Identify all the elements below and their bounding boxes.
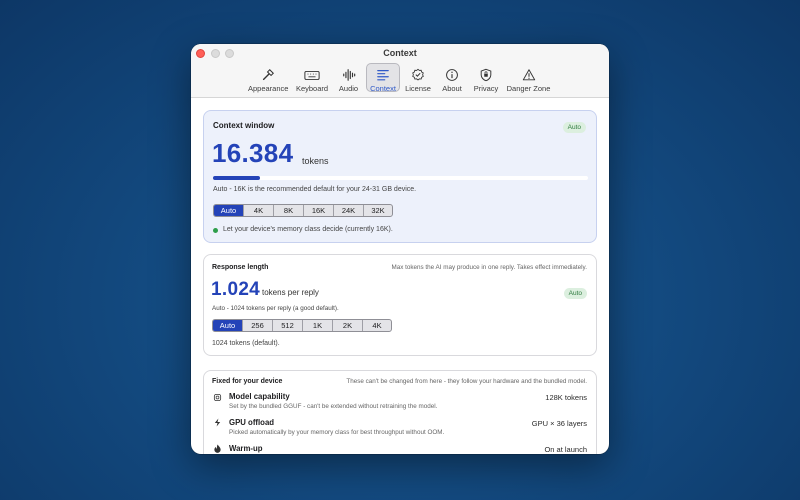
response-length-card: Response length Max tokens the AI may pr… — [203, 254, 597, 356]
tab-license-label: License — [405, 84, 431, 93]
context-option-24k[interactable]: 24K — [333, 205, 363, 216]
tab-appearance-label: Appearance — [248, 84, 289, 93]
tab-privacy-label: Privacy — [473, 84, 499, 93]
hand-shield-icon — [480, 68, 492, 82]
settings-window: Context Appearance Keyboard Audio Contex… — [191, 44, 609, 454]
tab-privacy[interactable]: Privacy — [472, 64, 500, 94]
seal-check-icon — [412, 68, 424, 81]
tab-keyboard[interactable]: Keyboard — [294, 64, 330, 94]
context-option-8k[interactable]: 8K — [273, 205, 303, 216]
tab-about[interactable]: About — [440, 64, 464, 94]
context-option-32k[interactable]: 32K — [363, 205, 392, 216]
window-title: Context — [383, 48, 417, 58]
status-dot — [213, 228, 218, 233]
response-token-unit: tokens per reply — [262, 288, 319, 297]
context-usage-fill — [213, 176, 260, 180]
response-token-value: 1.024 — [211, 279, 261, 300]
context-token-unit: tokens — [302, 156, 329, 166]
warm-up-value: On at launch — [544, 445, 587, 454]
response-recommendation: Auto - 1024 tokens per reply (a good def… — [212, 305, 339, 312]
tab-context[interactable]: Context — [366, 63, 400, 93]
context-window-title: Context window — [213, 121, 275, 130]
context-usage-bar — [213, 176, 588, 180]
warm-up-label: Warm-up — [229, 444, 263, 453]
gpu-offload-desc: Picked automatically by your memory clas… — [229, 429, 445, 436]
response-option-256[interactable]: 256 — [242, 320, 272, 331]
tab-audio[interactable]: Audio — [336, 64, 361, 94]
context-token-value: 16.384 — [212, 138, 294, 168]
response-option-auto[interactable]: Auto — [213, 320, 242, 331]
context-size-picker[interactable]: Auto 4K 8K 16K 24K 32K — [213, 204, 393, 217]
response-length-title: Response length — [212, 264, 269, 271]
response-length-hint: Max tokens the AI may produce in one rep… — [391, 264, 587, 271]
settings-content: Context window Auto 16.384 tokens Auto -… — [191, 99, 609, 454]
waveform-icon — [342, 69, 355, 81]
context-option-4k[interactable]: 4K — [243, 205, 273, 216]
bolt-icon — [214, 418, 221, 427]
hammer-icon — [262, 69, 274, 81]
response-option-2k[interactable]: 2K — [332, 320, 362, 331]
gpu-offload-value: GPU × 36 layers — [531, 419, 587, 428]
response-length-picker[interactable]: Auto 256 512 1K 2K 4K — [212, 319, 392, 332]
model-capability-desc: Set by the bundled GGUF - can't be exten… — [229, 403, 438, 410]
info-icon — [446, 69, 458, 81]
tab-danger-zone[interactable]: Danger Zone — [506, 64, 551, 94]
tab-audio-label: Audio — [338, 84, 359, 93]
chip-icon — [213, 393, 222, 402]
context-auto-badge: Auto — [562, 122, 586, 133]
titlebar: Context Appearance Keyboard Audio Contex… — [191, 44, 609, 98]
response-auto-badge: Auto — [563, 288, 587, 299]
context-option-auto[interactable]: Auto — [214, 205, 243, 216]
fixed-hint: These can't be changed from here - they … — [346, 378, 587, 385]
response-option-1k[interactable]: 1K — [302, 320, 332, 331]
context-option-16k[interactable]: 16K — [303, 205, 333, 216]
text-lines-icon — [377, 70, 389, 81]
gpu-offload-label: GPU offload — [229, 418, 275, 427]
context-window-card: Context window Auto 16.384 tokens Auto -… — [203, 110, 597, 243]
context-status: Let your device's memory class decide (c… — [223, 226, 393, 233]
context-recommendation: Auto - 16K is the recommended default fo… — [213, 186, 417, 193]
model-capability-label: Model capability — [229, 392, 290, 401]
fixed-title: Fixed for your device — [212, 378, 283, 385]
response-option-4k[interactable]: 4K — [362, 320, 391, 331]
response-status: 1024 tokens (default). — [212, 340, 280, 347]
fixed-device-card: Fixed for your device These can't be cha… — [203, 370, 597, 454]
preferences-toolbar: Appearance Keyboard Audio Context Licens… — [191, 62, 609, 94]
flame-icon — [214, 444, 221, 453]
tab-about-label: About — [442, 84, 462, 93]
tab-license[interactable]: License — [404, 64, 432, 94]
tab-danger-zone-label: Danger Zone — [506, 84, 551, 93]
keyboard-icon — [304, 70, 320, 80]
model-capability-value: 128K tokens — [545, 393, 587, 402]
tab-appearance[interactable]: Appearance — [248, 64, 288, 94]
warning-icon — [522, 69, 535, 81]
response-option-512[interactable]: 512 — [272, 320, 302, 331]
tab-keyboard-label: Keyboard — [295, 84, 329, 93]
tab-context-label: Context — [370, 84, 396, 93]
